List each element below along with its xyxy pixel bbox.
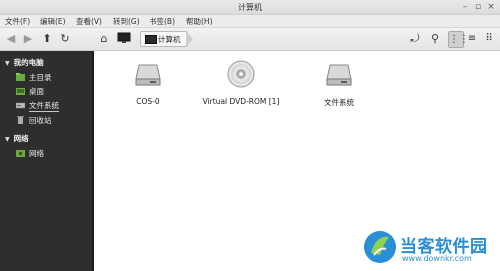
title-bar: 计算机 – ▫ × (0, 0, 500, 15)
home-folder-icon (16, 73, 25, 81)
compact-view-button[interactable]: ⠿ (482, 31, 496, 46)
sidebar-item-desktop[interactable]: 桌面 (16, 86, 90, 97)
path-label: 计算机 (158, 35, 181, 44)
sidebar-section-title: 我的电脑 (13, 58, 44, 67)
sidebar-item-label: 桌面 (29, 87, 44, 96)
watermark: 当客软件园 www.downkr.com (362, 226, 500, 271)
file-label: Virtual DVD-ROM [1] (202, 97, 280, 106)
sidebar-item-label: 文件系统 (29, 101, 59, 112)
menu-edit[interactable]: 编辑(E) (40, 16, 66, 27)
path-button-computer[interactable]: 计算机 (140, 31, 188, 47)
window-title: 计算机 (238, 3, 262, 12)
sidebar-item-trash[interactable]: 回收站 (16, 115, 90, 126)
back-icon[interactable]: ◀ (4, 32, 18, 46)
optical-disc-icon (227, 60, 255, 88)
menu-bookmarks[interactable]: 书签(B) (149, 16, 175, 27)
menu-file[interactable]: 文件(F) (5, 16, 30, 27)
reload-icon[interactable]: ↻ (58, 32, 72, 46)
menu-bar: 文件(F) 编辑(E) 查看(V) 转到(G) 书签(B) 帮助(H) (0, 15, 500, 28)
file-label: 文件系统 (324, 98, 354, 107)
file-label: COS-0 (136, 97, 160, 106)
expand-arrow-icon: ▼ (5, 136, 10, 143)
menu-view[interactable]: 查看(V) (76, 16, 102, 27)
file-item[interactable]: 文件系统 (299, 59, 379, 109)
close-icon[interactable]: × (486, 2, 496, 12)
trash-icon (17, 116, 24, 124)
icon-view-button[interactable]: ⋮⋮ (448, 31, 469, 48)
computer-icon (145, 35, 157, 44)
expand-arrow-icon: ▼ (5, 60, 10, 67)
computer-icon[interactable] (117, 32, 131, 46)
sidebar-section-my-computer[interactable]: ▼ 我的电脑 (5, 57, 44, 68)
network-folder-icon (16, 150, 25, 157)
file-item[interactable]: Virtual DVD-ROM [1] (201, 59, 281, 109)
sidebar-item-label: 回收站 (29, 116, 52, 125)
sidebar-item-label: 网络 (29, 149, 44, 158)
minimize-icon[interactable]: – (460, 2, 470, 12)
sidebar-section-title: 网络 (13, 134, 29, 143)
hard-drive-icon (135, 64, 161, 86)
desktop-icon (16, 88, 25, 95)
watermark-logo-icon (364, 231, 396, 263)
list-view-button[interactable]: ≡ (465, 31, 479, 46)
search-icon[interactable]: ⚲ (428, 32, 442, 46)
up-icon[interactable]: ⬆ (40, 32, 54, 46)
sidebar-item-network[interactable]: 网络 (16, 148, 90, 159)
menu-help[interactable]: 帮助(H) (186, 16, 213, 27)
hard-drive-icon (326, 64, 352, 86)
forward-icon[interactable]: ▶ (21, 32, 35, 46)
sidebar-item-label: 主目录 (29, 73, 52, 82)
menu-go[interactable]: 转到(G) (113, 16, 140, 27)
path-arrow (186, 31, 193, 47)
watermark-url: www.downkr.com (402, 254, 472, 263)
sidebar-item-home[interactable]: 主目录 (16, 72, 90, 83)
sidebar: ▼ 我的电脑 主目录 桌面 文件系统 回收站 ▼ 网络 网络 (0, 51, 92, 271)
maximize-icon[interactable]: ▫ (473, 2, 483, 12)
toolbar: ◀ ▶ ⬆ ↻ ⌂ 计算机 ⤾ ⚲ ⋮⋮ ≡ ⠿ (0, 28, 500, 51)
sidebar-section-network[interactable]: ▼ 网络 (5, 133, 29, 144)
home-icon[interactable]: ⌂ (97, 32, 111, 46)
toggle-location-icon[interactable]: ⤾ (408, 32, 422, 46)
drive-icon (16, 102, 25, 109)
file-item[interactable]: COS-0 (108, 59, 188, 109)
sidebar-item-filesystem[interactable]: 文件系统 (16, 100, 90, 112)
